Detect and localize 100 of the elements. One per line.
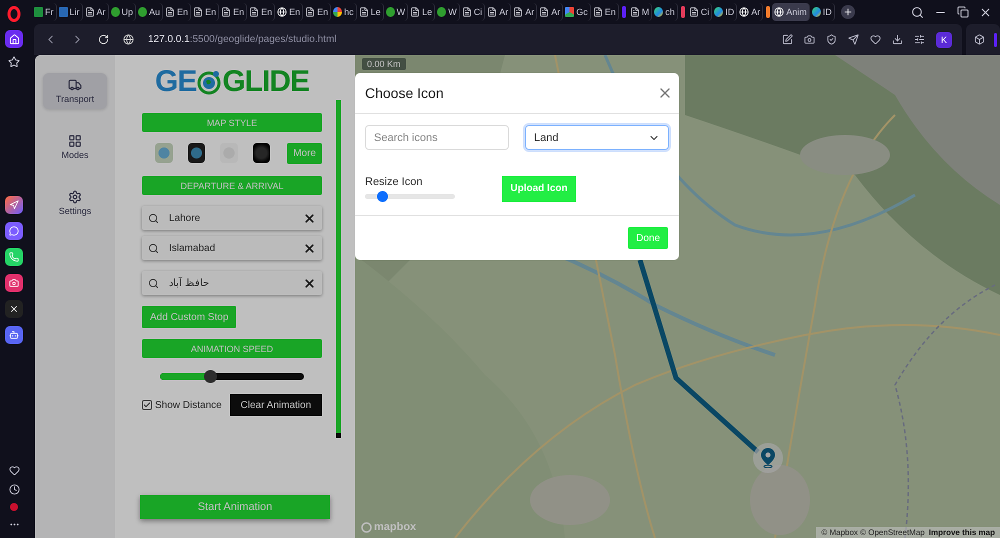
browser-tab[interactable]: Lir: [56, 3, 83, 21]
browser-tab[interactable]: En: [191, 3, 220, 21]
document-icon: [410, 7, 420, 17]
browser-tab[interactable]: Au: [136, 3, 164, 21]
bot-icon[interactable]: [5, 326, 23, 344]
home-icon[interactable]: [5, 30, 23, 48]
browser-tab[interactable]: hc: [331, 3, 357, 21]
search-icon[interactable]: [911, 6, 924, 18]
new-tab-button[interactable]: [840, 5, 855, 19]
edit-icon[interactable]: [782, 34, 793, 45]
show-distance-checkbox[interactable]: Show Distance: [142, 400, 222, 410]
clear-icon[interactable]: [303, 276, 316, 290]
square-icon: [565, 7, 574, 17]
browser-tab[interactable]: Ar: [737, 3, 764, 21]
settings-icon: [68, 190, 82, 204]
navigation-icon[interactable]: [5, 196, 23, 214]
swirl-icon: [654, 7, 664, 17]
resize-slider[interactable]: [365, 194, 455, 198]
document-icon: [193, 7, 204, 17]
browser-tab[interactable]: Gc: [563, 3, 591, 21]
square-icon: [58, 7, 68, 17]
location-field[interactable]: حافظ آباد: [142, 271, 322, 295]
clear-icon[interactable]: [303, 242, 316, 254]
document-icon: [630, 7, 640, 17]
document-icon: [539, 7, 550, 17]
nav-item[interactable]: Settings: [43, 185, 107, 221]
browser-tab[interactable]: En: [590, 3, 619, 21]
logo: GE GLIDE: [154, 67, 310, 97]
camera-icon[interactable]: [5, 274, 23, 292]
category-select[interactable]: Land: [525, 125, 669, 150]
swirl-icon: [812, 7, 821, 17]
clock-icon[interactable]: [8, 484, 20, 495]
sliders-icon[interactable]: [914, 34, 925, 45]
search-field[interactable]: Search icons: [365, 125, 509, 150]
browser-tab[interactable]: Ci: [460, 3, 486, 21]
document-icon: [592, 7, 603, 17]
send-icon[interactable]: [848, 34, 859, 45]
checkbox[interactable]: [142, 400, 152, 410]
opera-logo-icon[interactable]: [7, 6, 21, 22]
search-icon: [148, 278, 159, 288]
browser-tab[interactable]: Le: [356, 3, 384, 21]
browser-tab[interactable]: En: [219, 3, 248, 21]
browser-tab[interactable]: Le: [408, 3, 436, 21]
browser-tab[interactable]: W: [384, 3, 408, 21]
globe-icon: [739, 7, 750, 17]
nav-item[interactable]: Modes: [43, 129, 107, 165]
browser-tab[interactable]: En: [303, 3, 332, 21]
search-icon: [148, 242, 159, 254]
heart-icon[interactable]: [870, 34, 881, 45]
download-icon[interactable]: [892, 34, 903, 45]
location-field[interactable]: Islamabad: [142, 236, 322, 260]
circle-icon: [386, 7, 395, 17]
reload-icon[interactable]: [98, 34, 109, 45]
cube-icon[interactable]: [974, 34, 985, 45]
plus-icon: [842, 7, 853, 17]
search-icon: [148, 212, 159, 224]
document-icon: [358, 7, 369, 17]
browser-tab[interactable]: Ar: [82, 3, 109, 21]
improve-map-link[interactable]: Improve this map: [928, 528, 995, 537]
globe-thumbnail[interactable]: [155, 143, 173, 163]
shield-icon[interactable]: [826, 34, 837, 45]
browser-tab[interactable]: Ar: [537, 3, 564, 21]
browser-tab[interactable]: Ar: [485, 3, 512, 21]
close-icon[interactable]: [979, 6, 992, 18]
clear-animation-button[interactable]: Clear Animation: [230, 394, 322, 416]
location-field[interactable]: Lahore: [142, 206, 322, 230]
browser-tab[interactable]: Anim: [772, 3, 810, 21]
globe-thumbnail[interactable]: [188, 143, 206, 163]
resize-label: Resize Icon: [365, 176, 424, 188]
browser-tab[interactable]: Fr: [32, 3, 56, 21]
browser-tab[interactable]: Up: [108, 3, 136, 21]
clear-icon[interactable]: [303, 212, 316, 224]
swirl-icon: [714, 7, 724, 17]
star-icon[interactable]: [8, 56, 20, 68]
restore-icon[interactable]: [957, 6, 969, 18]
browser-tab[interactable]: En: [247, 3, 276, 21]
heart-icon[interactable]: [8, 465, 20, 476]
chat-bubble-icon[interactable]: [5, 222, 23, 240]
browser-tab[interactable]: M: [628, 3, 652, 21]
x-icon[interactable]: [5, 300, 23, 318]
browser-tab[interactable]: ID: [810, 3, 835, 21]
document-icon: [84, 7, 95, 17]
dot-icon[interactable]: [10, 503, 18, 511]
profile-avatar[interactable]: K: [936, 32, 952, 48]
globe-thumbnail[interactable]: [252, 143, 270, 163]
truck-icon: [68, 78, 82, 92]
address-text[interactable]: 127.0.0.1:5500/geoglide/pages/studio.html: [148, 34, 336, 45]
phone-icon[interactable]: [5, 248, 23, 266]
browser-tab[interactable]: ID: [712, 3, 738, 21]
camera-icon[interactable]: [804, 34, 815, 45]
nav-item[interactable]: Transport: [43, 73, 107, 109]
browser-tab[interactable]: En: [275, 3, 304, 21]
browser-tab[interactable]: ch: [652, 3, 678, 21]
browser-tab[interactable]: Ar: [511, 3, 538, 21]
speed-slider[interactable]: [160, 373, 304, 380]
browser-tab[interactable]: W: [435, 3, 460, 21]
browser-tab[interactable]: En: [163, 3, 192, 21]
globe-icon: [774, 7, 784, 17]
browser-tab[interactable]: Ci: [686, 3, 712, 21]
document-icon: [305, 7, 316, 17]
